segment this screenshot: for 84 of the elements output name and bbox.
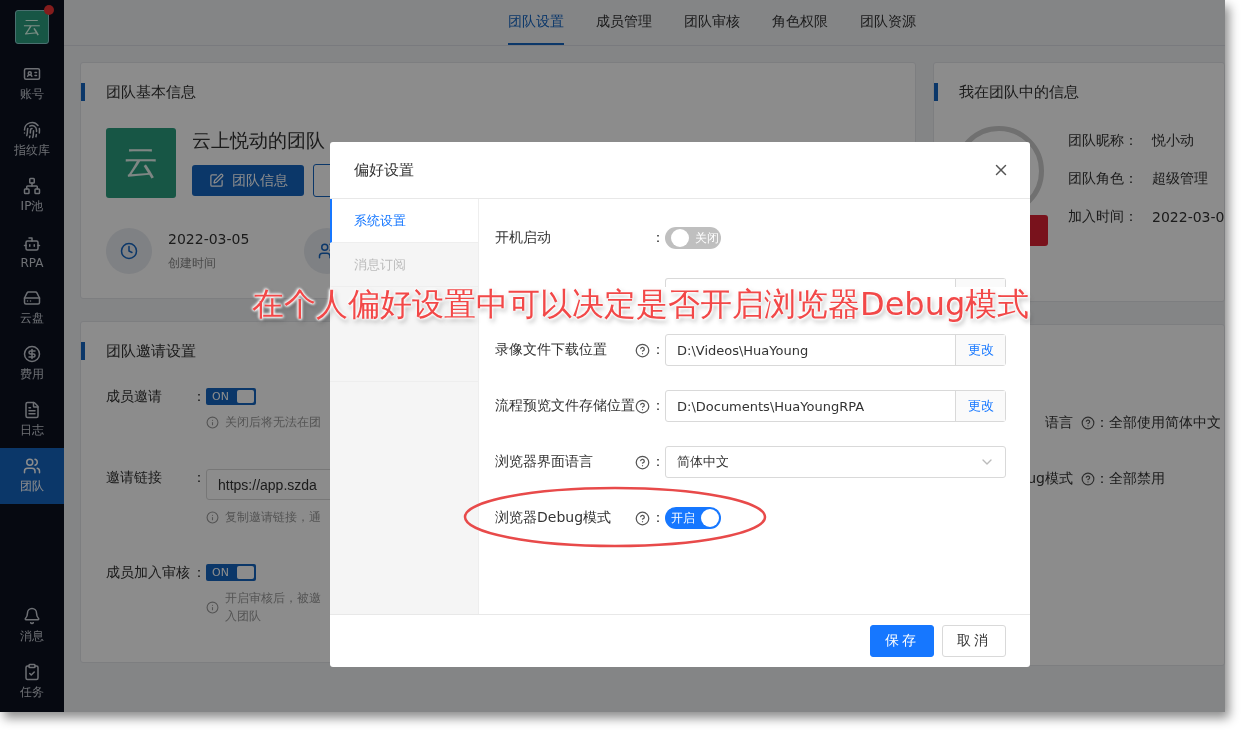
cancel-button[interactable]: 取消 — [942, 625, 1006, 657]
stat-caption: 创建时间 — [168, 254, 217, 272]
colon: ： — [651, 509, 665, 527]
tab[interactable]: 角色权限 — [772, 0, 828, 45]
toggle-switch[interactable]: ON — [206, 388, 256, 405]
info-icon — [206, 415, 219, 429]
field-label: 语言 — [1044, 414, 1073, 432]
field-label: 开机启动 — [495, 229, 552, 247]
sidebar-item[interactable]: 账号 — [0, 56, 64, 112]
colon: ： — [651, 341, 665, 359]
field-label: 团队昵称： — [1068, 132, 1138, 150]
toggle-switch[interactable]: ON — [206, 564, 256, 581]
sidebar-item[interactable]: 指纹库 — [0, 112, 64, 168]
tab[interactable]: 团队审核 — [684, 0, 740, 45]
sidebar-item[interactable]: 消息 — [0, 598, 64, 654]
sidebar-item[interactable]: 团队 — [0, 448, 64, 504]
field-label: 团队角色： — [1068, 170, 1138, 188]
field-label: 录像文件下载位置 — [495, 341, 608, 359]
field-label: 加入时间： — [1068, 208, 1138, 226]
team-info-button[interactable]: 团队信息 — [192, 165, 304, 196]
users-icon — [23, 457, 41, 475]
help-icon[interactable] — [635, 454, 650, 470]
dialog-title: 偏好设置 — [354, 160, 414, 180]
colon: ： — [192, 564, 206, 582]
save-button[interactable]: 保存 — [870, 625, 934, 657]
help-icon[interactable] — [635, 398, 650, 414]
info-icon — [206, 600, 219, 614]
section-title: 我在团队中的信息 — [934, 83, 1225, 101]
path-field[interactable]: D:\Videos\HuaYoung 更改 — [665, 334, 1006, 366]
document-icon — [23, 401, 41, 419]
path-field[interactable] — [665, 278, 1006, 287]
sidebar-item[interactable]: 费用 — [0, 336, 64, 392]
field-label: 成员加入审核 — [106, 564, 190, 582]
sidebar-item[interactable]: 日志 — [0, 392, 64, 448]
coin-icon — [23, 345, 41, 363]
stat-value: 2022-03-05 — [168, 230, 251, 247]
sidebar-item[interactable]: RPA — [0, 224, 64, 280]
field-value: 超级管理 — [1152, 170, 1208, 188]
language-select[interactable]: 简体中文 — [665, 446, 1006, 478]
field-label: 成员邀请 — [106, 388, 162, 406]
robot-icon — [23, 234, 41, 253]
colon: ： — [1095, 470, 1109, 488]
field-label: 浏览器Debug模式 — [495, 509, 613, 527]
field-label: 邀请链接 — [106, 469, 162, 487]
help-icon[interactable] — [635, 510, 650, 526]
tab[interactable]: 团队设置 — [508, 0, 564, 45]
section-title: 团队基本信息 — [81, 83, 915, 101]
edit-icon — [208, 173, 224, 188]
fingerprint-icon — [23, 121, 41, 139]
colon: ： — [651, 229, 665, 247]
change-button[interactable]: 更改 — [955, 391, 1005, 421]
field-label: 流程预览文件存储位置 — [495, 397, 635, 415]
nav-item[interactable]: 系统设置 — [330, 199, 478, 243]
colon: ： — [651, 397, 665, 415]
help-icon[interactable] — [1081, 416, 1095, 430]
id-card-icon — [23, 65, 41, 83]
clock-icon — [106, 228, 152, 274]
team-name: 云上悦动的团队 — [192, 128, 326, 153]
help-icon[interactable] — [635, 342, 650, 358]
drive-icon — [23, 289, 41, 307]
sidebar-item[interactable]: 任务 — [0, 654, 64, 710]
clipboard-check-icon — [23, 663, 41, 681]
field-value: 悦小动 — [1152, 132, 1194, 150]
app-logo[interactable]: 云 — [15, 10, 49, 44]
tab[interactable]: 成员管理 — [596, 0, 652, 45]
colon: ： — [192, 388, 206, 406]
field-value: 全部使用简体中文 — [1109, 414, 1221, 432]
help-icon[interactable] — [1081, 472, 1095, 486]
team-logo: 云 — [106, 128, 176, 198]
sidebar-item[interactable]: 云盘 — [0, 280, 64, 336]
change-button[interactable]: 更改 — [955, 335, 1005, 365]
colon: ： — [1095, 414, 1109, 432]
colon: ： — [651, 453, 665, 471]
bell-icon — [23, 607, 41, 625]
colon: ： — [192, 469, 206, 487]
tab[interactable]: 团队资源 — [860, 0, 916, 45]
toggle-switch[interactable]: 开启 — [665, 507, 721, 529]
path-field[interactable]: D:\Documents\HuaYoungRPA 更改 — [665, 390, 1006, 422]
field-value: 2022-03-0 — [1152, 209, 1225, 225]
field-label: 浏览器界面语言 — [495, 453, 594, 471]
network-icon — [23, 177, 41, 195]
sidebar-item[interactable]: IP池 — [0, 168, 64, 224]
field-value: 全部禁用 — [1109, 470, 1165, 488]
info-icon — [206, 510, 219, 524]
